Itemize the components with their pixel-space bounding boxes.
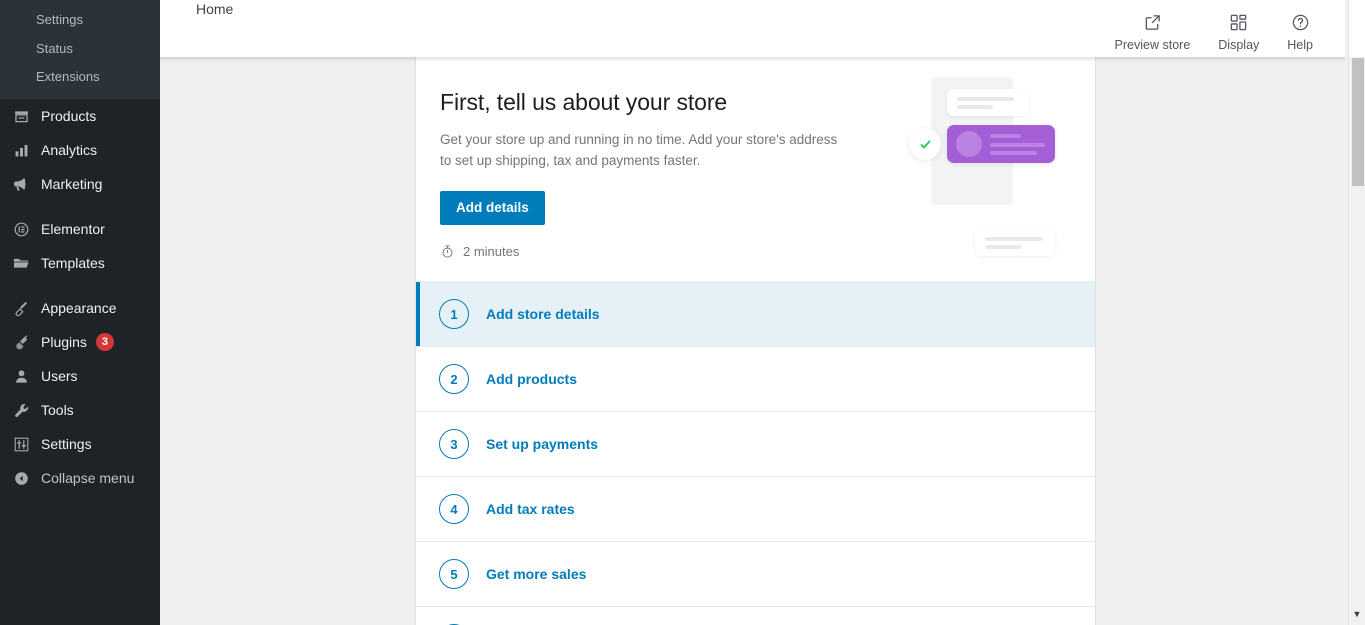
- sidebar-submenu-status[interactable]: Status: [0, 35, 160, 63]
- task-step-item[interactable]: 4 Add tax rates: [416, 476, 1095, 542]
- task-step-number: 3: [439, 429, 469, 460]
- sidebar-submenu-settings[interactable]: Settings: [0, 6, 160, 34]
- illustration-card-top: [947, 89, 1029, 116]
- page-header: Home Preview store Display Help: [160, 0, 1345, 62]
- breadcrumb: Home: [196, 1, 234, 17]
- sidebar-item-users[interactable]: Users: [0, 359, 160, 393]
- illustration-check-badge: [909, 128, 941, 160]
- task-step-list: 1 Add store details 2 Add products 3 Set up p…: [416, 281, 1095, 625]
- preview-store-label: Preview store: [1114, 38, 1191, 52]
- settings-sliders-icon: [11, 434, 31, 454]
- users-person-icon: [11, 366, 31, 386]
- collapse-menu-button[interactable]: Collapse menu: [0, 461, 160, 495]
- illustration-card-bottom: [975, 229, 1055, 256]
- woocommerce-home-screen: ReportsSettingsStatusExtensions Products…: [0, 0, 1365, 625]
- plugins-update-badge: 3: [95, 333, 114, 352]
- admin-sidebar: ReportsSettingsStatusExtensions Products…: [0, 0, 160, 625]
- sidebar-item-label: Templates: [41, 255, 105, 272]
- sidebar-item-templates[interactable]: Templates: [0, 246, 160, 280]
- appearance-brush-icon: [11, 298, 31, 318]
- task-step-label: Get more sales: [486, 566, 587, 583]
- task-card-description: Get your store up and running in no time…: [440, 132, 838, 168]
- task-step-item[interactable]: 1 Add store details: [416, 281, 1095, 347]
- sidebar-item-marketing[interactable]: Marketing: [0, 167, 160, 201]
- header-actions: Preview store Display Help: [1101, 0, 1327, 57]
- sidebar-item-elementor[interactable]: Elementor: [0, 212, 160, 246]
- sidebar-separator: [0, 201, 160, 212]
- help-button[interactable]: Help: [1273, 9, 1327, 57]
- preview-store-button[interactable]: Preview store: [1101, 9, 1205, 57]
- templates-folder-icon: [11, 253, 31, 273]
- sidebar-submenu-extensions[interactable]: Extensions: [0, 63, 160, 91]
- scrollbar-down-arrow[interactable]: ▼: [1349, 610, 1365, 619]
- sidebar-item-tools[interactable]: Tools: [0, 393, 160, 427]
- sidebar-item-label: Plugins: [41, 334, 87, 351]
- task-step-item[interactable]: 5 Get more sales: [416, 541, 1095, 607]
- sidebar-item-plugins[interactable]: Plugins 3: [0, 325, 160, 359]
- external-link-icon: [1143, 9, 1162, 35]
- task-step-item[interactable]: 6Personalize your store: [416, 606, 1095, 625]
- sidebar-item-label: Elementor: [41, 221, 105, 238]
- add-details-button[interactable]: Add details: [440, 190, 545, 226]
- task-step-label: Set up payments: [486, 436, 599, 453]
- illustration-card-highlight: [947, 125, 1055, 163]
- task-step-label: Add store details: [486, 306, 600, 323]
- sidebar-submenu-woocommerce: ReportsSettingsStatusExtensions: [0, 0, 160, 100]
- sidebar-item-label: Users: [41, 368, 78, 385]
- display-label: Display: [1218, 38, 1260, 52]
- task-step-number: 4: [439, 494, 469, 525]
- main-content: First, tell us about your store Get your…: [160, 57, 1350, 625]
- sidebar-separator: [0, 280, 160, 291]
- tools-wrench-icon: [11, 400, 31, 420]
- task-step-number: 2: [439, 364, 469, 395]
- task-step-label: Add tax rates: [486, 501, 575, 518]
- task-step-item[interactable]: 3 Set up payments: [416, 411, 1095, 477]
- task-card-header: First, tell us about your store Get your…: [416, 57, 1095, 281]
- sidebar-item-settings[interactable]: Settings: [0, 427, 160, 461]
- vertical-scrollbar[interactable]: ▼: [1348, 0, 1365, 625]
- products-box-icon: [11, 106, 31, 126]
- sidebar-item-label: Settings: [41, 436, 92, 453]
- sidebar-item-products[interactable]: Products: [0, 99, 160, 133]
- sidebar-item-label: Marketing: [41, 176, 103, 193]
- sidebar-item-label: Appearance: [41, 300, 117, 317]
- analytics-bars-icon: [11, 140, 31, 160]
- grid-layout-icon: [1229, 9, 1248, 35]
- sidebar-item-analytics[interactable]: Analytics: [0, 133, 160, 167]
- elementor-circle-icon: [11, 219, 31, 239]
- scrollbar-thumb[interactable]: [1352, 58, 1364, 186]
- display-button[interactable]: Display: [1204, 9, 1273, 57]
- task-step-item[interactable]: 2 Add products: [416, 346, 1095, 412]
- time-estimate-label: 2 minutes: [463, 244, 520, 260]
- sidebar-menu: Products Analytics Marketing Elementor Templ…: [0, 99, 160, 495]
- task-step-number: 5: [439, 559, 469, 590]
- onboarding-task-card: First, tell us about your store Get your…: [415, 57, 1096, 625]
- task-step-label: Add products: [486, 371, 577, 388]
- help-label: Help: [1287, 38, 1313, 52]
- stopwatch-icon: [440, 244, 455, 259]
- sidebar-item-label: Tools: [41, 402, 74, 419]
- illustration-avatar: [956, 131, 982, 157]
- scrollbar-track-top: [1349, 0, 1365, 57]
- plugins-plug-icon: [11, 332, 31, 352]
- sidebar-item-label: Products: [41, 108, 97, 125]
- marketing-megaphone-icon: [11, 174, 31, 194]
- collapse-arrow-icon: [11, 468, 31, 488]
- sidebar-item-label: Analytics: [41, 142, 98, 159]
- collapse-menu-label: Collapse menu: [41, 470, 135, 487]
- task-step-number: 1: [439, 299, 469, 330]
- sidebar-item-appearance[interactable]: Appearance: [0, 291, 160, 325]
- question-circle-icon: [1291, 9, 1310, 35]
- store-setup-illustration: [909, 69, 1095, 256]
